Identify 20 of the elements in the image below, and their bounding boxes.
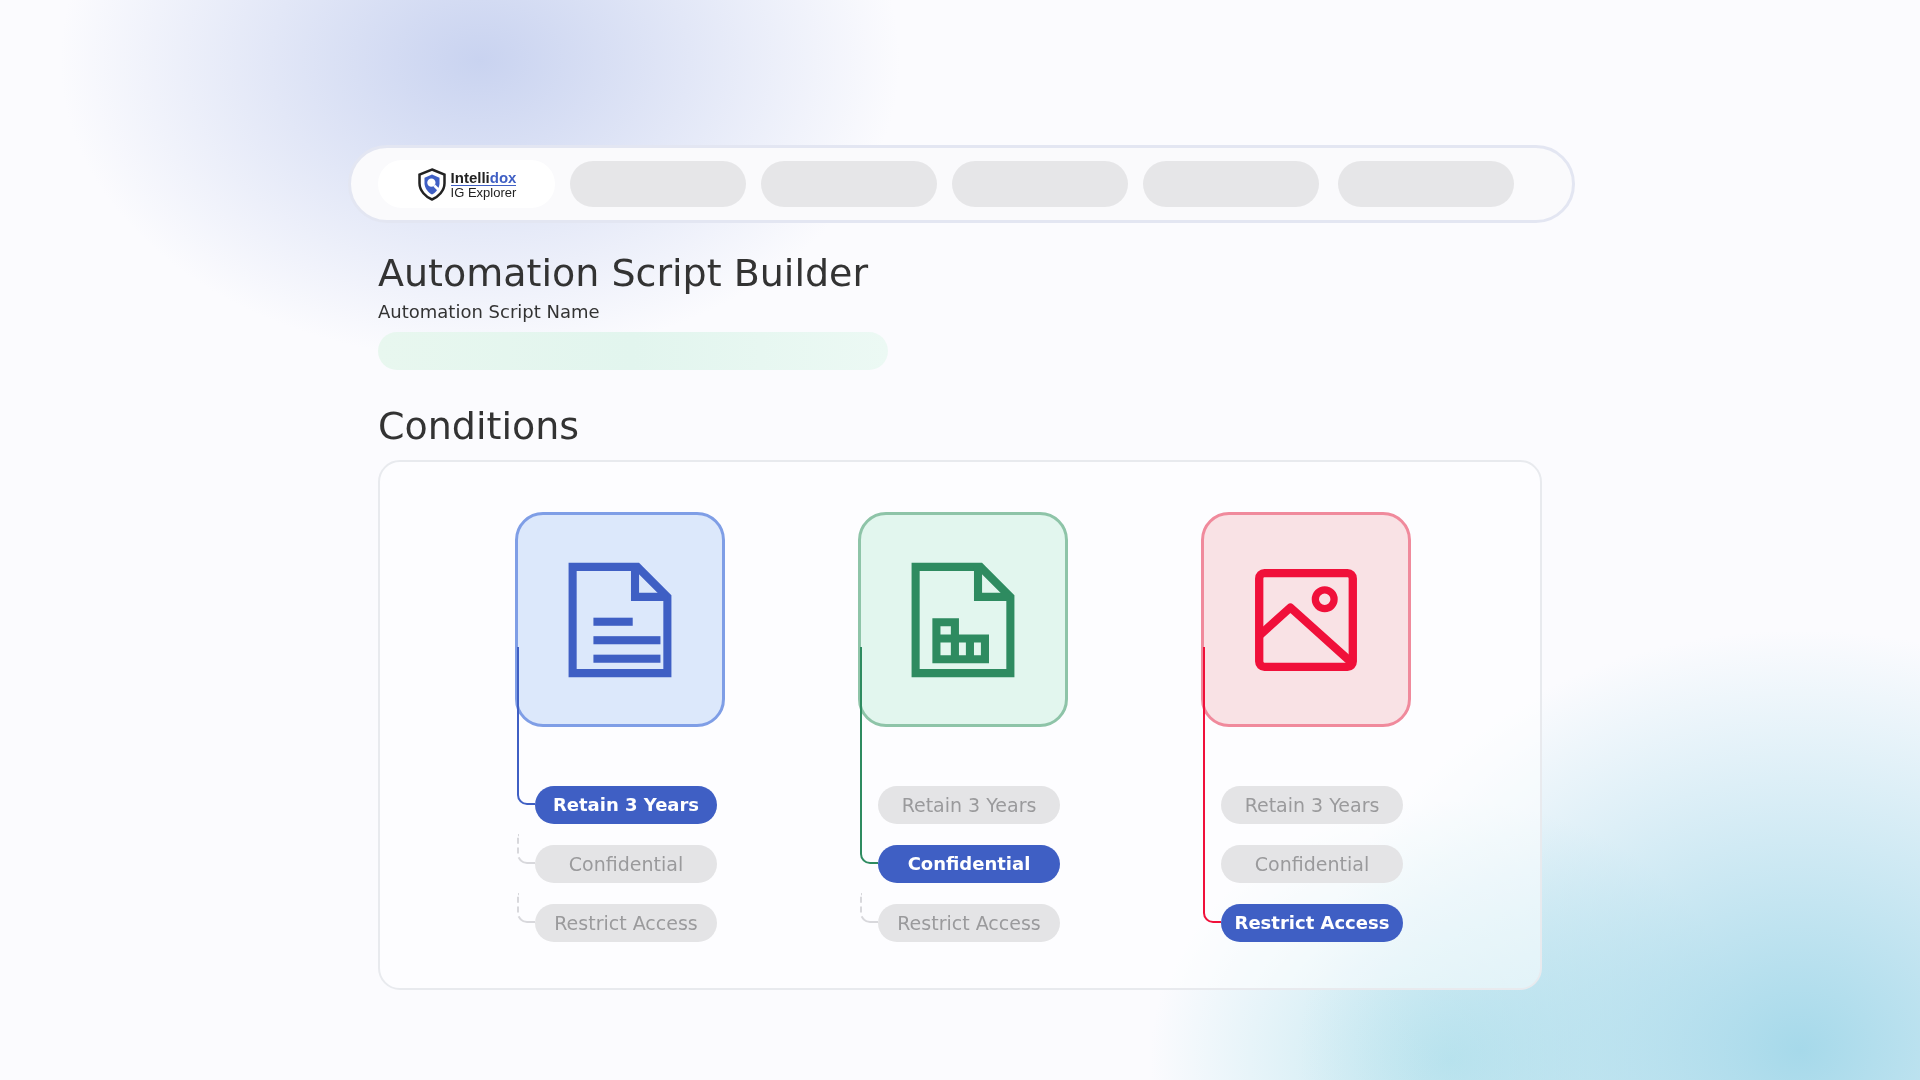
field-label: Automation Script Name [378, 301, 601, 322]
condition-chip[interactable]: Retain 3 Years [535, 785, 717, 824]
logo[interactable]: Intellidox IG Explorer [378, 160, 555, 208]
script-name-field[interactable] [378, 332, 888, 370]
condition-chip[interactable]: Restrict Access [878, 903, 1060, 942]
file-type-tile[interactable] [515, 512, 725, 727]
file-type-tile[interactable] [858, 512, 1068, 727]
condition-chip[interactable]: Restrict Access [1221, 903, 1403, 942]
condition-chip[interactable]: Restrict Access [535, 903, 717, 942]
shield-search-icon [416, 167, 447, 201]
condition-chip[interactable]: Retain 3 Years [878, 785, 1060, 824]
condition-chip[interactable]: Retain 3 Years [1221, 785, 1403, 824]
section-heading: Conditions [378, 404, 581, 448]
file-type-tile[interactable] [1201, 512, 1411, 727]
page-title: Automation Script Builder [378, 251, 870, 295]
condition-chip[interactable]: Confidential [1221, 844, 1403, 883]
condition-chip[interactable]: Confidential [878, 844, 1060, 883]
brand-subtitle: IG Explorer [450, 184, 517, 199]
condition-chip[interactable]: Confidential [535, 844, 717, 883]
brand-name: Intellidox [450, 169, 517, 185]
